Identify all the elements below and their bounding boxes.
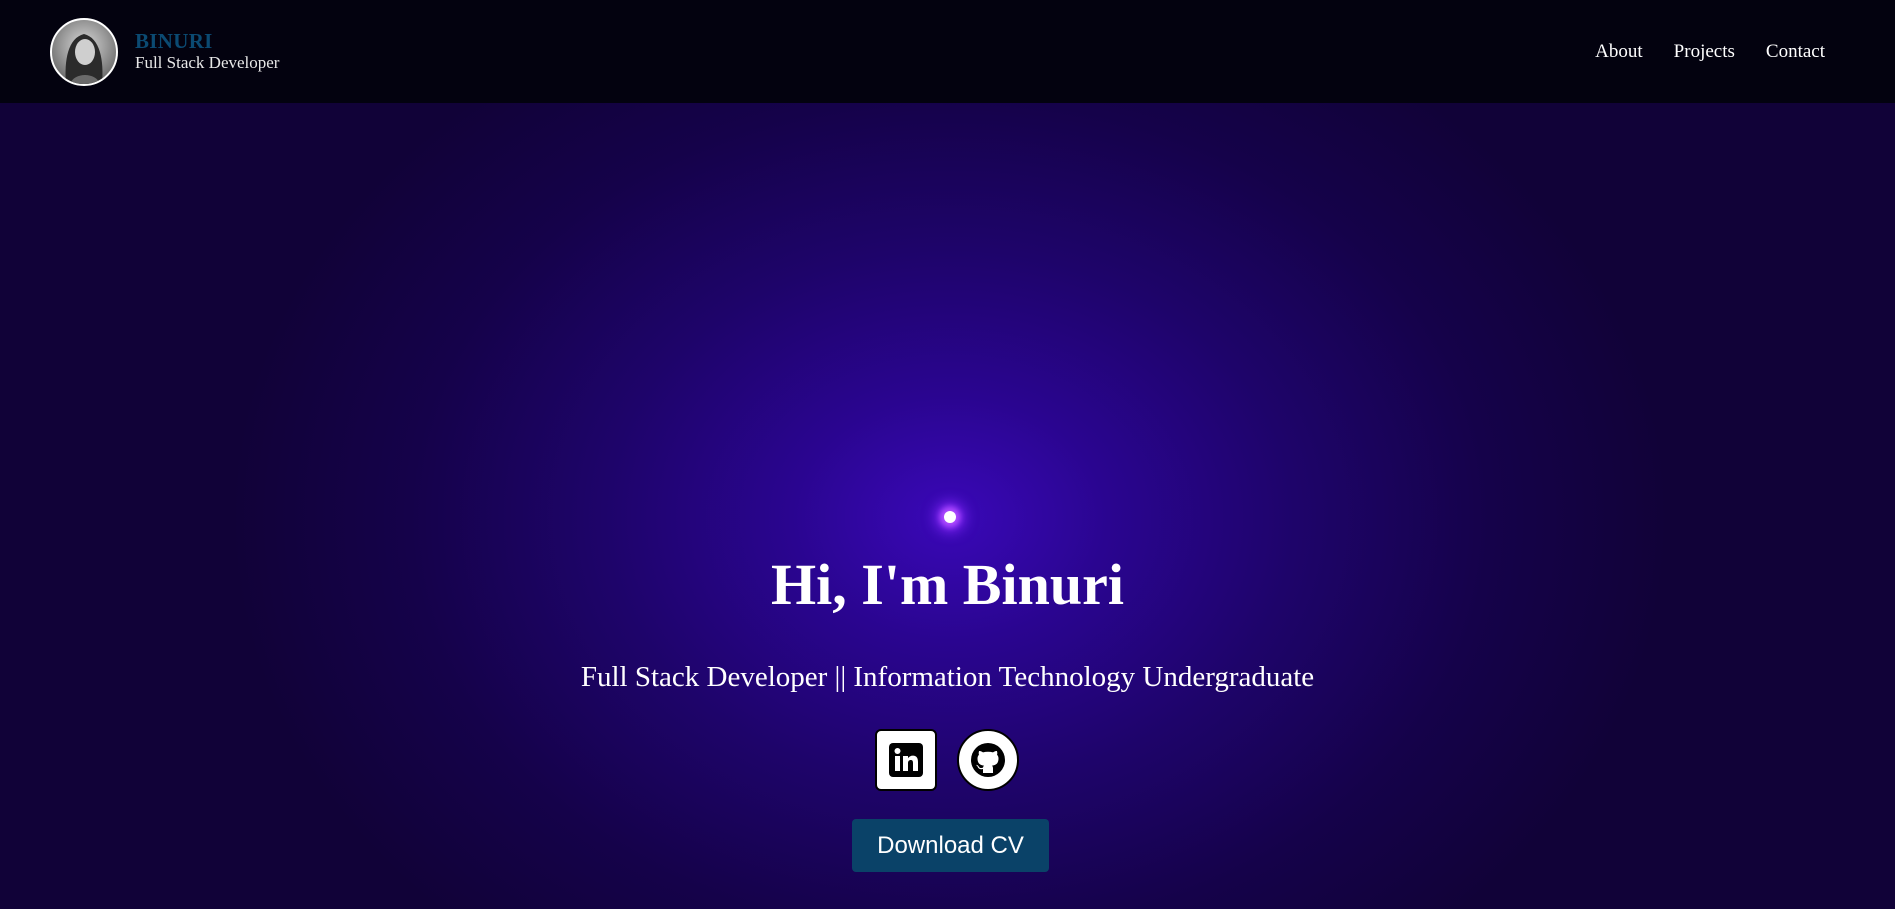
nav-link-about[interactable]: About bbox=[1595, 41, 1643, 63]
linkedin-icon bbox=[889, 743, 923, 777]
avatar bbox=[50, 17, 118, 86]
profile-photo-icon bbox=[65, 33, 103, 84]
github-icon bbox=[971, 743, 1005, 777]
hero-title: Hi, I'm Binuri bbox=[771, 552, 1124, 617]
nav-links: About Projects Contact bbox=[1595, 41, 1825, 63]
brand[interactable]: BINURI Full Stack Developer bbox=[50, 17, 279, 86]
nav-link-projects[interactable]: Projects bbox=[1674, 41, 1735, 63]
github-button[interactable] bbox=[957, 729, 1019, 791]
brand-role: Full Stack Developer bbox=[135, 52, 280, 72]
social-links bbox=[875, 729, 1019, 791]
glow-dot bbox=[944, 511, 956, 523]
navbar: BINURI Full Stack Developer About Projec… bbox=[0, 0, 1895, 103]
hero-section: Hi, I'm Binuri Full Stack Developer || I… bbox=[0, 103, 1895, 909]
hero-subtitle: Full Stack Developer || Information Tech… bbox=[580, 661, 1315, 693]
nav-link-contact[interactable]: Contact bbox=[1766, 41, 1825, 63]
download-cv-button[interactable]: Download CV bbox=[852, 819, 1049, 872]
brand-text: BINURI Full Stack Developer bbox=[135, 30, 279, 74]
linkedin-button[interactable] bbox=[875, 729, 937, 791]
brand-name: BINURI bbox=[135, 28, 213, 53]
